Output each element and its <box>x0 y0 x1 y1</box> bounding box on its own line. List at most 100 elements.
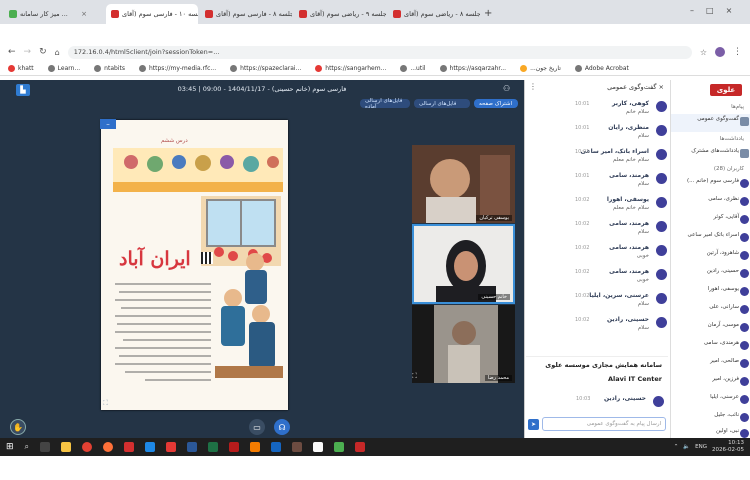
search-icon[interactable]: ⌕ <box>25 442 29 452</box>
avatar <box>656 197 667 208</box>
pill-files-ready[interactable]: فایل‌های ارسالی آماده <box>360 98 410 110</box>
app-icon[interactable] <box>124 442 135 452</box>
user-list-item[interactable]: نبی، اولین <box>671 426 750 438</box>
file-explorer-icon[interactable] <box>61 442 72 452</box>
browser-tab-2[interactable]: جلسه ۸ - فارسی سوم (آقای ... × <box>200 4 292 24</box>
clock[interactable]: 10:13 2026-02-05 <box>712 440 744 454</box>
chrome-icon[interactable] <box>82 442 93 452</box>
bookmark-icon <box>520 65 528 72</box>
chat-options-icon[interactable]: ⋮ <box>529 82 537 91</box>
fit-screen-icon[interactable]: ⛶ <box>103 399 108 408</box>
back-icon[interactable]: ← <box>8 47 16 57</box>
forward-icon[interactable]: → <box>24 47 32 57</box>
avatar <box>740 179 749 188</box>
maximize-icon[interactable]: □ <box>706 6 714 15</box>
bookmark-item[interactable]: https://asqarzahr... <box>439 65 506 72</box>
close-window-icon[interactable]: × <box>726 6 733 15</box>
home-icon[interactable]: ⌂ <box>55 48 60 57</box>
user-list-item[interactable]: صالحی، امیر <box>671 356 750 374</box>
browser-tab-1[interactable]: جلسه ۱۰ - فارسی سوم (آقای ... × <box>106 4 198 24</box>
user-list-item[interactable]: سارانی، علی <box>671 302 750 320</box>
reload-icon[interactable]: ↻ <box>39 47 47 57</box>
minimize-icon[interactable]: – <box>690 6 694 15</box>
avatar <box>656 269 667 280</box>
audio-button[interactable]: ☊ <box>274 419 290 435</box>
user-sidebar: علوی پیام‌ها گفت‌وگوی عمومی یادداشت‌ها ی… <box>670 80 750 438</box>
task-view-icon[interactable] <box>40 442 51 452</box>
avatar <box>740 233 749 242</box>
volume-icon[interactable]: 🔈 <box>683 444 690 450</box>
user-list-item[interactable]: هرمندی، سامی <box>671 338 750 356</box>
webcam-feed <box>414 226 513 302</box>
fullscreen-icon[interactable]: ⛶ <box>412 372 417 381</box>
bookmark-item[interactable]: khatt <box>8 65 34 72</box>
bookmarks-bar: khatt Learn... ntabits https://my-media.… <box>0 62 750 76</box>
bookmark-item[interactable]: ntabits <box>94 65 125 72</box>
bookmark-icon <box>230 65 238 72</box>
user-list-item[interactable]: موسی، آرمان <box>671 320 750 338</box>
chevron-up-icon[interactable]: ⌃ <box>674 444 679 450</box>
app-icon[interactable] <box>313 442 324 452</box>
firefox-icon[interactable] <box>103 442 114 452</box>
browser-tab-4[interactable]: جلسه ۸ - ریاضی سوم (آقای ... × <box>388 4 480 24</box>
close-panel-icon[interactable]: × <box>659 83 664 91</box>
app-icon[interactable] <box>334 442 345 452</box>
video-tile[interactable]: محمد رضا <box>412 305 515 383</box>
app-icon[interactable] <box>145 442 156 452</box>
avatar <box>740 359 749 368</box>
bookmark-item[interactable]: https://sangarhem... <box>315 65 386 72</box>
user-list-item[interactable]: حسینی، رادین <box>671 266 750 284</box>
app-icon[interactable] <box>355 442 366 452</box>
bookmark-item[interactable]: https://my-media.rfc... <box>138 65 216 72</box>
bookmark-item[interactable]: https://spazeclarai... <box>230 65 301 72</box>
profile-icon[interactable] <box>715 47 725 57</box>
bookmark-item[interactable]: Learn... <box>47 65 80 72</box>
video-tile[interactable]: یوسفی ترکیان <box>412 145 515 223</box>
user-list-item[interactable]: فرزین، امیر <box>671 374 750 392</box>
user-list-item[interactable]: شاهرود، آرتین <box>671 248 750 266</box>
address-bar[interactable]: 172.16.0.4/html5client/join?sessionToken… <box>67 45 692 59</box>
collapse-icon[interactable]: – <box>100 119 116 129</box>
user-list-item[interactable]: عرسنی، ایلیا <box>671 392 750 410</box>
sidebar-item-public-chat[interactable]: گفت‌وگوی عمومی <box>671 114 750 132</box>
windows-taskbar: ⊞ ⌕ ⌃ 🔈 ENG 10:13 2026-02-05 <box>0 438 750 456</box>
section-heading: کاربران (28) <box>713 166 744 172</box>
app-icon[interactable] <box>271 442 282 452</box>
new-tab-button[interactable]: + <box>484 8 492 19</box>
app-icon[interactable] <box>292 442 303 452</box>
qr-code-icon <box>201 252 213 264</box>
language-indicator[interactable]: ENG <box>695 444 707 450</box>
menu-icon[interactable]: ⋮ <box>733 47 742 57</box>
word-icon[interactable] <box>187 442 198 452</box>
participants-icon[interactable]: ⚇ <box>503 84 510 93</box>
raise-hand-button[interactable]: ✋ <box>10 419 26 435</box>
video-name-label: یوسفی ترکیان <box>476 215 512 221</box>
app-icon[interactable] <box>166 442 177 452</box>
chat-input[interactable]: ارسال پیام به گفت‌وگوی عمومی <box>542 417 666 431</box>
excel-icon[interactable] <box>208 442 219 452</box>
send-button[interactable]: ➤ <box>528 419 539 430</box>
bookmark-item[interactable]: ...تاریخ جون <box>520 65 561 72</box>
presented-document: – درس ششم ایران آباد <box>100 119 288 410</box>
pill-screenshare[interactable]: اشتراک صفحه <box>474 99 518 108</box>
pill-files[interactable]: فایل‌های ارسالی <box>414 99 470 108</box>
user-list-item[interactable]: فارسی سوم (خانم ...) <box>671 176 750 194</box>
user-list-item[interactable]: آقایی، کوثر <box>671 212 750 230</box>
bookmark-item[interactable]: Adobe Acrobat <box>574 65 629 72</box>
browser-tab-3[interactable]: جلسه ۹ - ریاضی سوم (آقای ... × <box>294 4 386 24</box>
video-tile-active[interactable]: خانم حسینی <box>412 224 515 304</box>
app-icon[interactable] <box>250 442 261 452</box>
acrobat-icon[interactable] <box>229 442 240 452</box>
bookmark-item[interactable]: ...util <box>400 65 426 72</box>
chat-message: منظری، رایان سلام 10:01 <box>525 122 671 144</box>
windows-start-icon[interactable]: ⊞ <box>6 442 14 452</box>
user-list-item[interactable]: یوسفی، اهورا <box>671 284 750 302</box>
sidebar-item-shared-notes[interactable]: یادداشت‌های مشترک <box>671 146 750 164</box>
user-list-item[interactable]: نظری، سامی <box>671 194 750 212</box>
close-icon[interactable]: × <box>81 10 87 18</box>
user-list-item[interactable]: اسراء باتک امیر ساعی <box>671 230 750 248</box>
browser-tab-0[interactable]: میز کار سامانه ... × <box>4 4 92 24</box>
camera-button[interactable]: ▭ <box>249 419 265 435</box>
browser-tab-bar: میز کار سامانه ... × جلسه ۱۰ - فارسی سوم… <box>0 0 750 44</box>
star-icon[interactable]: ☆ <box>700 48 707 57</box>
